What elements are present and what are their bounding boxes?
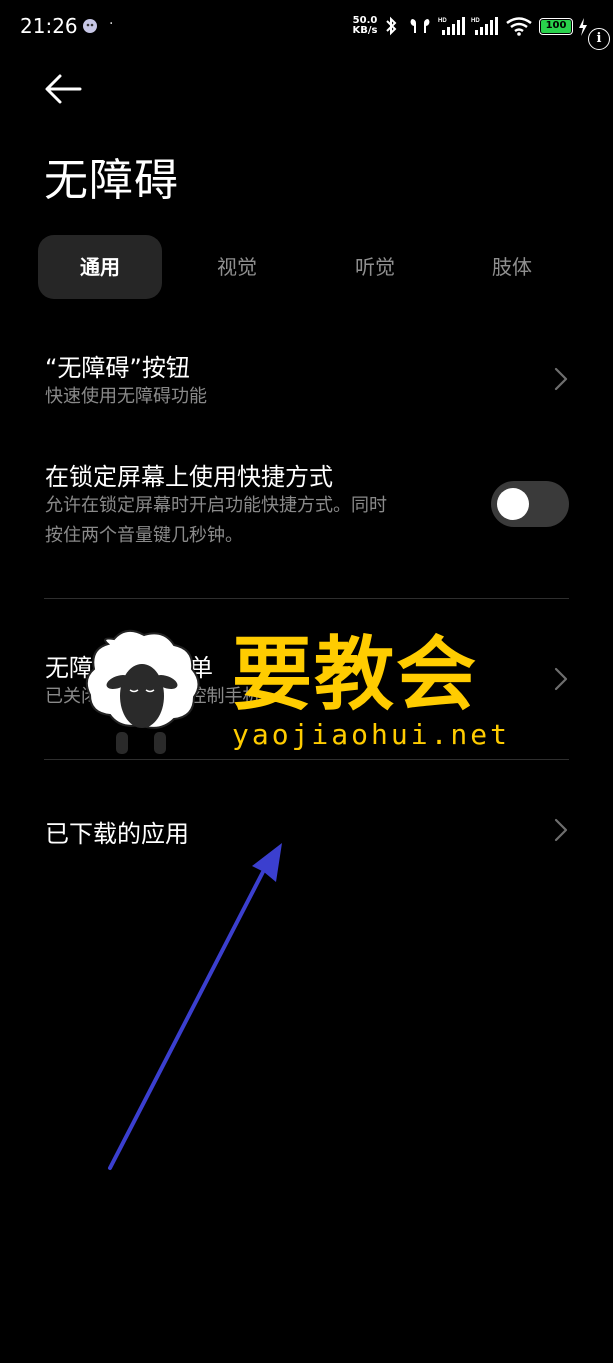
chevron-right-icon [554,667,568,691]
row-title: “无障碍”按钮 [45,354,190,382]
toggle-knob [497,488,529,520]
chevron-right-icon [554,367,568,391]
lock-shortcut-toggle[interactable] [491,481,569,527]
svg-text:HD: HD [471,18,480,24]
battery-indicator: 100 [539,18,573,35]
status-time: 21:26 [20,14,78,38]
earbuds-icon [410,19,430,33]
row-subtitle-line2: 按住两个音量键几秒钟。 [45,525,243,546]
signal-hd-icon: HD [438,17,465,35]
downloaded-apps-row[interactable]: 已下载的应用 [0,800,613,860]
status-dot: · [109,16,114,32]
watermark-url: yaojiaohui.net [232,718,511,751]
tab-physical[interactable]: 肢体 [450,235,574,299]
charging-icon [579,18,587,36]
tab-visual[interactable]: 视觉 [175,235,299,299]
network-speed: 50.0 KB/s [352,15,378,36]
bluetooth-icon [386,16,397,36]
row-title: 在锁定屏幕上使用快捷方式 [45,463,333,491]
signal-hd-icon: HD [471,17,498,35]
svg-text:HD: HD [438,18,447,24]
tab-hearing[interactable]: 听觉 [313,235,437,299]
tab-bar: 通用 视觉 听觉 肢体 [38,235,578,299]
wifi-icon [506,17,532,36]
row-subtitle: 快速使用无障碍功能 [45,386,207,407]
row-title: 已下载的应用 [45,820,189,848]
page-title: 无障碍 [44,155,179,206]
app-notification-icon [83,19,97,33]
tab-general[interactable]: 通用 [38,235,162,299]
status-bar: 21:26 · 50.0 KB/s HD HD 100 i [0,0,613,56]
divider [44,598,569,599]
row-subtitle-line1: 允许在锁定屏幕时开启功能快捷方式。同时 [45,495,387,516]
info-icon[interactable]: i [588,28,610,50]
accessibility-button-row[interactable]: “无障碍”按钮 快速使用无障碍功能 [0,340,613,420]
back-button[interactable] [40,70,84,110]
chevron-right-icon [554,818,568,842]
sheep-logo-icon [85,629,200,754]
watermark-text: 要教会 [232,627,478,721]
lock-screen-shortcut-row[interactable]: 在锁定屏幕上使用快捷方式 允许在锁定屏幕时开启功能快捷方式。同时 按住两个音量键… [0,445,613,565]
